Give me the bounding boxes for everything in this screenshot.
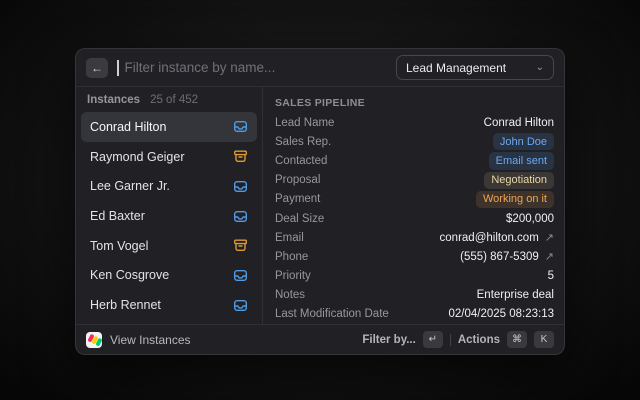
list-count: 25 of 452 (150, 94, 198, 106)
list-title: Instances (87, 94, 140, 106)
field-label: Last Modification Date (275, 308, 389, 320)
monday-app-icon (86, 332, 102, 348)
detail-row: Priority 5 (275, 267, 554, 286)
list-item[interactable]: Tom Vogel (81, 231, 257, 261)
cmd-key-icon: ⌘ (507, 331, 527, 348)
list-item-label: Herb Rennet (90, 298, 161, 312)
field-label: Notes (275, 289, 305, 301)
archive-icon (233, 149, 248, 164)
dropdown-value: Lead Management (406, 61, 506, 75)
field-label: Email (275, 232, 304, 244)
list-item-label: Conrad Hilton (90, 120, 166, 134)
inbox-icon (233, 209, 248, 224)
back-arrow-icon: ← (91, 61, 103, 75)
filter-by-label[interactable]: Filter by... (362, 334, 415, 346)
list-item-label: Raymond Geiger (90, 150, 185, 164)
field-value: Conrad Hilton (484, 117, 554, 129)
list-item[interactable]: Raymond Geiger (81, 142, 257, 172)
field-label: Payment (275, 193, 320, 205)
detail-row: Proposal Negotiation (275, 171, 554, 190)
command-palette-window: ← Filter instance by name... Lead Manage… (75, 48, 565, 355)
field-label: Deal Size (275, 213, 324, 225)
email-link[interactable]: conrad@hilton.com (440, 232, 539, 244)
field-label: Proposal (275, 174, 320, 186)
detail-row: Sales Rep. John Doe (275, 132, 554, 151)
list-item[interactable]: Conrad Hilton (81, 112, 257, 142)
search-input[interactable]: Filter instance by name... (125, 60, 388, 75)
inbox-icon (233, 298, 248, 313)
field-value: 02/04/2025 08:23:13 (448, 308, 554, 320)
field-label: Contacted (275, 155, 327, 167)
actions-label[interactable]: Actions (458, 334, 500, 346)
list-item[interactable]: Lee Garner Jr. (81, 171, 257, 201)
detail-row: Email conrad@hilton.com ↗ (275, 228, 554, 247)
field-label: Phone (275, 251, 308, 263)
chevron-down-icon: ⌄ (536, 63, 544, 73)
field-value: $200,000 (506, 213, 554, 225)
list-item-label: Ken Cosgrove (90, 268, 169, 282)
status-badge: Negotiation (484, 172, 554, 189)
main-area: Instances 25 of 452 Conrad Hilton Raymon… (76, 87, 564, 324)
detail-row: Lead Name Conrad Hilton (275, 113, 554, 132)
detail-row: Payment Working on it (275, 190, 554, 209)
field-label: Priority (275, 270, 311, 282)
footer-bar: View Instances Filter by... ↵ Actions ⌘ … (76, 324, 564, 354)
detail-row: Notes Enterprise deal (275, 286, 554, 305)
field-value: 5 (548, 270, 554, 282)
primary-action-label[interactable]: View Instances (110, 333, 191, 347)
detail-row: Phone (555) 867-5309 ↗ (275, 247, 554, 266)
phone-link[interactable]: (555) 867-5309 (460, 251, 539, 263)
archive-icon (233, 238, 248, 253)
text-caret (117, 60, 119, 76)
field-value: Enterprise deal (477, 289, 554, 301)
return-key-icon: ↵ (423, 331, 443, 348)
list-header: Instances 25 of 452 (81, 93, 257, 112)
list-item[interactable]: Ed Baxter (81, 201, 257, 231)
list-item-label: Lee Garner Jr. (90, 179, 170, 193)
field-label: Lead Name (275, 117, 334, 129)
header: ← Filter instance by name... Lead Manage… (76, 49, 564, 87)
detail-row: Contacted Email sent (275, 151, 554, 170)
status-badge: Working on it (476, 191, 554, 208)
open-link-icon: ↗ (545, 231, 554, 244)
section-title: SALES PIPELINE (275, 93, 554, 113)
k-key-icon: K (534, 331, 554, 348)
list-item[interactable]: Herb Rennet (81, 290, 257, 320)
footer-separator (450, 334, 451, 346)
detail-row: Last Modification Date 02/04/2025 08:23:… (275, 305, 554, 324)
status-badge: John Doe (493, 133, 554, 150)
inbox-icon (233, 179, 248, 194)
status-badge: Email sent (489, 152, 554, 169)
extension-dropdown[interactable]: Lead Management ⌄ (396, 55, 554, 80)
list-item-label: Ed Baxter (90, 209, 145, 223)
detail-panel: SALES PIPELINE Lead Name Conrad Hilton S… (263, 87, 564, 324)
inbox-icon (233, 268, 248, 283)
list-item-label: Tom Vogel (90, 239, 148, 253)
detail-row: Deal Size $200,000 (275, 209, 554, 228)
field-label: Sales Rep. (275, 136, 331, 148)
inbox-icon (233, 119, 248, 134)
instances-list: Instances 25 of 452 Conrad Hilton Raymon… (76, 87, 263, 324)
back-button[interactable]: ← (86, 58, 108, 78)
list-item[interactable]: Ken Cosgrove (81, 261, 257, 291)
open-link-icon: ↗ (545, 250, 554, 263)
